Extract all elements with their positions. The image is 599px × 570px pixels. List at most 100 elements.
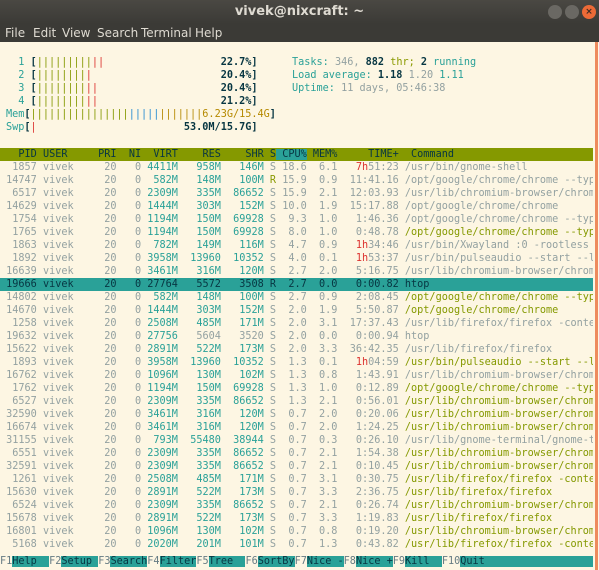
pid: 1258 (0, 318, 37, 329)
scrollbar-thumb[interactable] (595, 42, 598, 570)
cpu-percent: 2.7 (276, 292, 307, 303)
process-row[interactable]: 19666 vivek 20 0 27764 5572 3508 R 2.7 0… (0, 278, 593, 291)
mem-percent: 6.1 (306, 162, 338, 173)
fkey-f2-label[interactable]: Setup (61, 556, 99, 567)
column-header-ni[interactable]: NI (117, 149, 141, 160)
column-header-user[interactable]: USER (37, 149, 92, 160)
process-row[interactable]: 15678 vivek 20 0 2891M 522M 173M S 0.7 3… (0, 512, 552, 525)
fkey-f6-label[interactable]: SortBy (257, 556, 295, 567)
fkey-f6[interactable]: F6 (245, 556, 257, 567)
process-row[interactable]: 16762 vivek 20 0 1096M 130M 102M S 1.3 0… (0, 369, 599, 382)
process-row[interactable]: 16801 vivek 20 0 1096M 130M 102M S 0.7 0… (0, 525, 599, 538)
time: 0:10.45 (337, 461, 399, 472)
priority: 20 (92, 500, 117, 511)
column-header-pri[interactable]: PRI (92, 149, 116, 160)
fkey-f3[interactable]: F3 (98, 556, 110, 567)
fkey-f10-label[interactable]: Quit (460, 556, 498, 567)
fkey-f1-label[interactable]: Help (12, 556, 50, 567)
fkey-f2[interactable]: F2 (49, 556, 61, 567)
column-header-virt[interactable]: VIRT (141, 149, 178, 160)
priority: 20 (92, 487, 117, 498)
fkey-f4[interactable]: F4 (147, 556, 159, 567)
fkey-f10[interactable]: F10 (442, 556, 460, 567)
fkey-f3-label[interactable]: Search (110, 556, 148, 567)
process-row[interactable]: 1863 vivek 20 0 782M 149M 116M S 4.7 0.9… (0, 239, 599, 252)
column-header-res[interactable]: RES (178, 149, 220, 160)
process-row[interactable]: 14802 vivek 20 0 582M 148M 100M S 2.7 0.… (0, 291, 599, 304)
menu-file[interactable]: File (5, 26, 25, 40)
process-row[interactable]: 16674 vivek 20 0 3461M 316M 120M S 0.7 2… (0, 421, 599, 434)
menubar: File Edit View Search Terminal Help (0, 24, 599, 42)
fkey-f1[interactable]: F1 (0, 556, 12, 567)
process-row[interactable]: 14747 vivek 20 0 582M 148M 100M R 15.9 0… (0, 174, 599, 187)
process-row[interactable]: 1857 vivek 20 0 4411M 958M 146M S 18.6 6… (0, 161, 527, 174)
fkey-f5-label[interactable]: Tree (208, 556, 246, 567)
minimize-button[interactable] (548, 5, 562, 19)
column-header-mem[interactable]: MEM% (307, 149, 338, 160)
pid: 19666 (0, 279, 37, 290)
process-row[interactable]: 1754 vivek 20 0 1194M 150M 69928 S 9.3 1… (0, 213, 599, 226)
terminal-area[interactable]: 1 [||||||||||| 22.7%] 2 [||||||||| 20.4%… (0, 42, 599, 570)
fkey-f5[interactable]: F5 (196, 556, 208, 567)
process-row[interactable]: 14670 vivek 20 0 1444M 303M 152M S 2.0 1… (0, 304, 558, 317)
process-row[interactable]: 1892 vivek 20 0 3958M 13960 10352 S 4.0 … (0, 252, 599, 265)
cpu-meter-label: 1 (6, 57, 31, 68)
fkey-f8-label[interactable]: Nice + (355, 556, 393, 567)
column-header-shr[interactable]: SHR (221, 149, 263, 160)
column-header-cpu[interactable]: CPU% (276, 149, 307, 160)
process-row[interactable]: 31155 vivek 20 0 793M 55480 38944 S 0.7 … (0, 434, 599, 447)
virt: 2891M (141, 513, 178, 524)
process-row[interactable]: 1261 vivek 20 0 2508M 485M 171M S 0.7 3.… (0, 473, 599, 486)
close-button[interactable]: × (582, 5, 596, 19)
pid: 14629 (0, 201, 37, 212)
menu-search[interactable]: Search (97, 26, 138, 40)
nice: 0 (116, 435, 142, 446)
shr: 100M (220, 292, 264, 303)
res: 148M (177, 175, 221, 186)
nice: 0 (116, 474, 142, 485)
state: S (263, 461, 277, 472)
process-row[interactable]: 1762 vivek 20 0 1194M 150M 69928 S 1.3 1… (0, 382, 599, 395)
process-row[interactable]: 1258 vivek 20 0 2508M 485M 171M S 2.0 3.… (0, 317, 599, 330)
process-row[interactable]: 15630 vivek 20 0 2891M 522M 173M S 0.7 3… (0, 486, 552, 499)
cpu-percent: 0.7 (276, 500, 307, 511)
process-row[interactable]: 14629 vivek 20 0 1444M 303M 152M S 10.0 … (0, 200, 558, 213)
process-row[interactable]: 6524 vivek 20 0 2309M 335M 86652 S 0.7 2… (0, 499, 599, 512)
fkey-f8[interactable]: F8 (344, 556, 356, 567)
column-header-s[interactable]: S (264, 149, 276, 160)
priority: 20 (92, 162, 117, 173)
maximize-button[interactable] (565, 5, 579, 19)
command: /usr/lib/chromium-browser/chromi (398, 266, 599, 277)
process-row[interactable]: 6517 vivek 20 0 2309M 335M 86652 S 15.9 … (0, 187, 599, 200)
time-pad (337, 357, 355, 368)
process-table-header[interactable]: PID USER PRI NI VIRT RES SHR S CPU% MEM%… (0, 148, 593, 161)
process-row[interactable]: 6527 vivek 20 0 2309M 335M 86652 S 1.3 2… (0, 395, 599, 408)
column-header-time[interactable]: TIME+ (337, 149, 399, 160)
priority: 20 (92, 227, 117, 238)
process-row[interactable]: 19632 vivek 20 0 27756 5604 3520 S 2.0 0… (0, 330, 429, 343)
user: vivek (36, 500, 93, 511)
menu-view[interactable]: View (62, 26, 90, 40)
fkey-f9-label[interactable]: Kill (405, 556, 442, 567)
process-row[interactable]: 1765 vivek 20 0 1194M 150M 69928 S 8.0 1… (0, 226, 599, 239)
process-row[interactable]: 5168 vivek 20 0 2020M 201M 101M S 0.7 1.… (0, 538, 599, 551)
column-header-pid[interactable]: PID (0, 149, 36, 160)
fkey-f9[interactable]: F9 (393, 556, 405, 567)
time: 0:48.78 (337, 227, 399, 238)
column-header-command[interactable]: Command (399, 149, 454, 160)
process-row[interactable]: 32590 vivek 20 0 3461M 316M 120M S 0.7 2… (0, 408, 599, 421)
menu-terminal[interactable]: Terminal (141, 26, 192, 40)
menu-help[interactable]: Help (195, 26, 222, 40)
process-row[interactable]: 6551 vivek 20 0 2309M 335M 86652 S 0.7 2… (0, 447, 599, 460)
process-row[interactable]: 15622 vivek 20 0 2891M 522M 173M S 2.0 3… (0, 343, 552, 356)
fkey-f7[interactable]: F7 (295, 556, 307, 567)
process-row[interactable]: 1893 vivek 20 0 3958M 13960 10352 S 1.3 … (0, 356, 599, 369)
nice: 0 (116, 461, 142, 472)
scrollbar[interactable] (593, 42, 599, 570)
cpu-percent: 9.3 (276, 214, 307, 225)
menu-edit[interactable]: Edit (33, 26, 56, 40)
process-row[interactable]: 32591 vivek 20 0 2309M 335M 86652 S 0.7 … (0, 460, 599, 473)
fkey-f4-label[interactable]: Filter (159, 556, 197, 567)
fkey-f7-label[interactable]: Nice - (306, 556, 344, 567)
process-row[interactable]: 16639 vivek 20 0 3461M 316M 120M S 2.7 2… (0, 265, 599, 278)
